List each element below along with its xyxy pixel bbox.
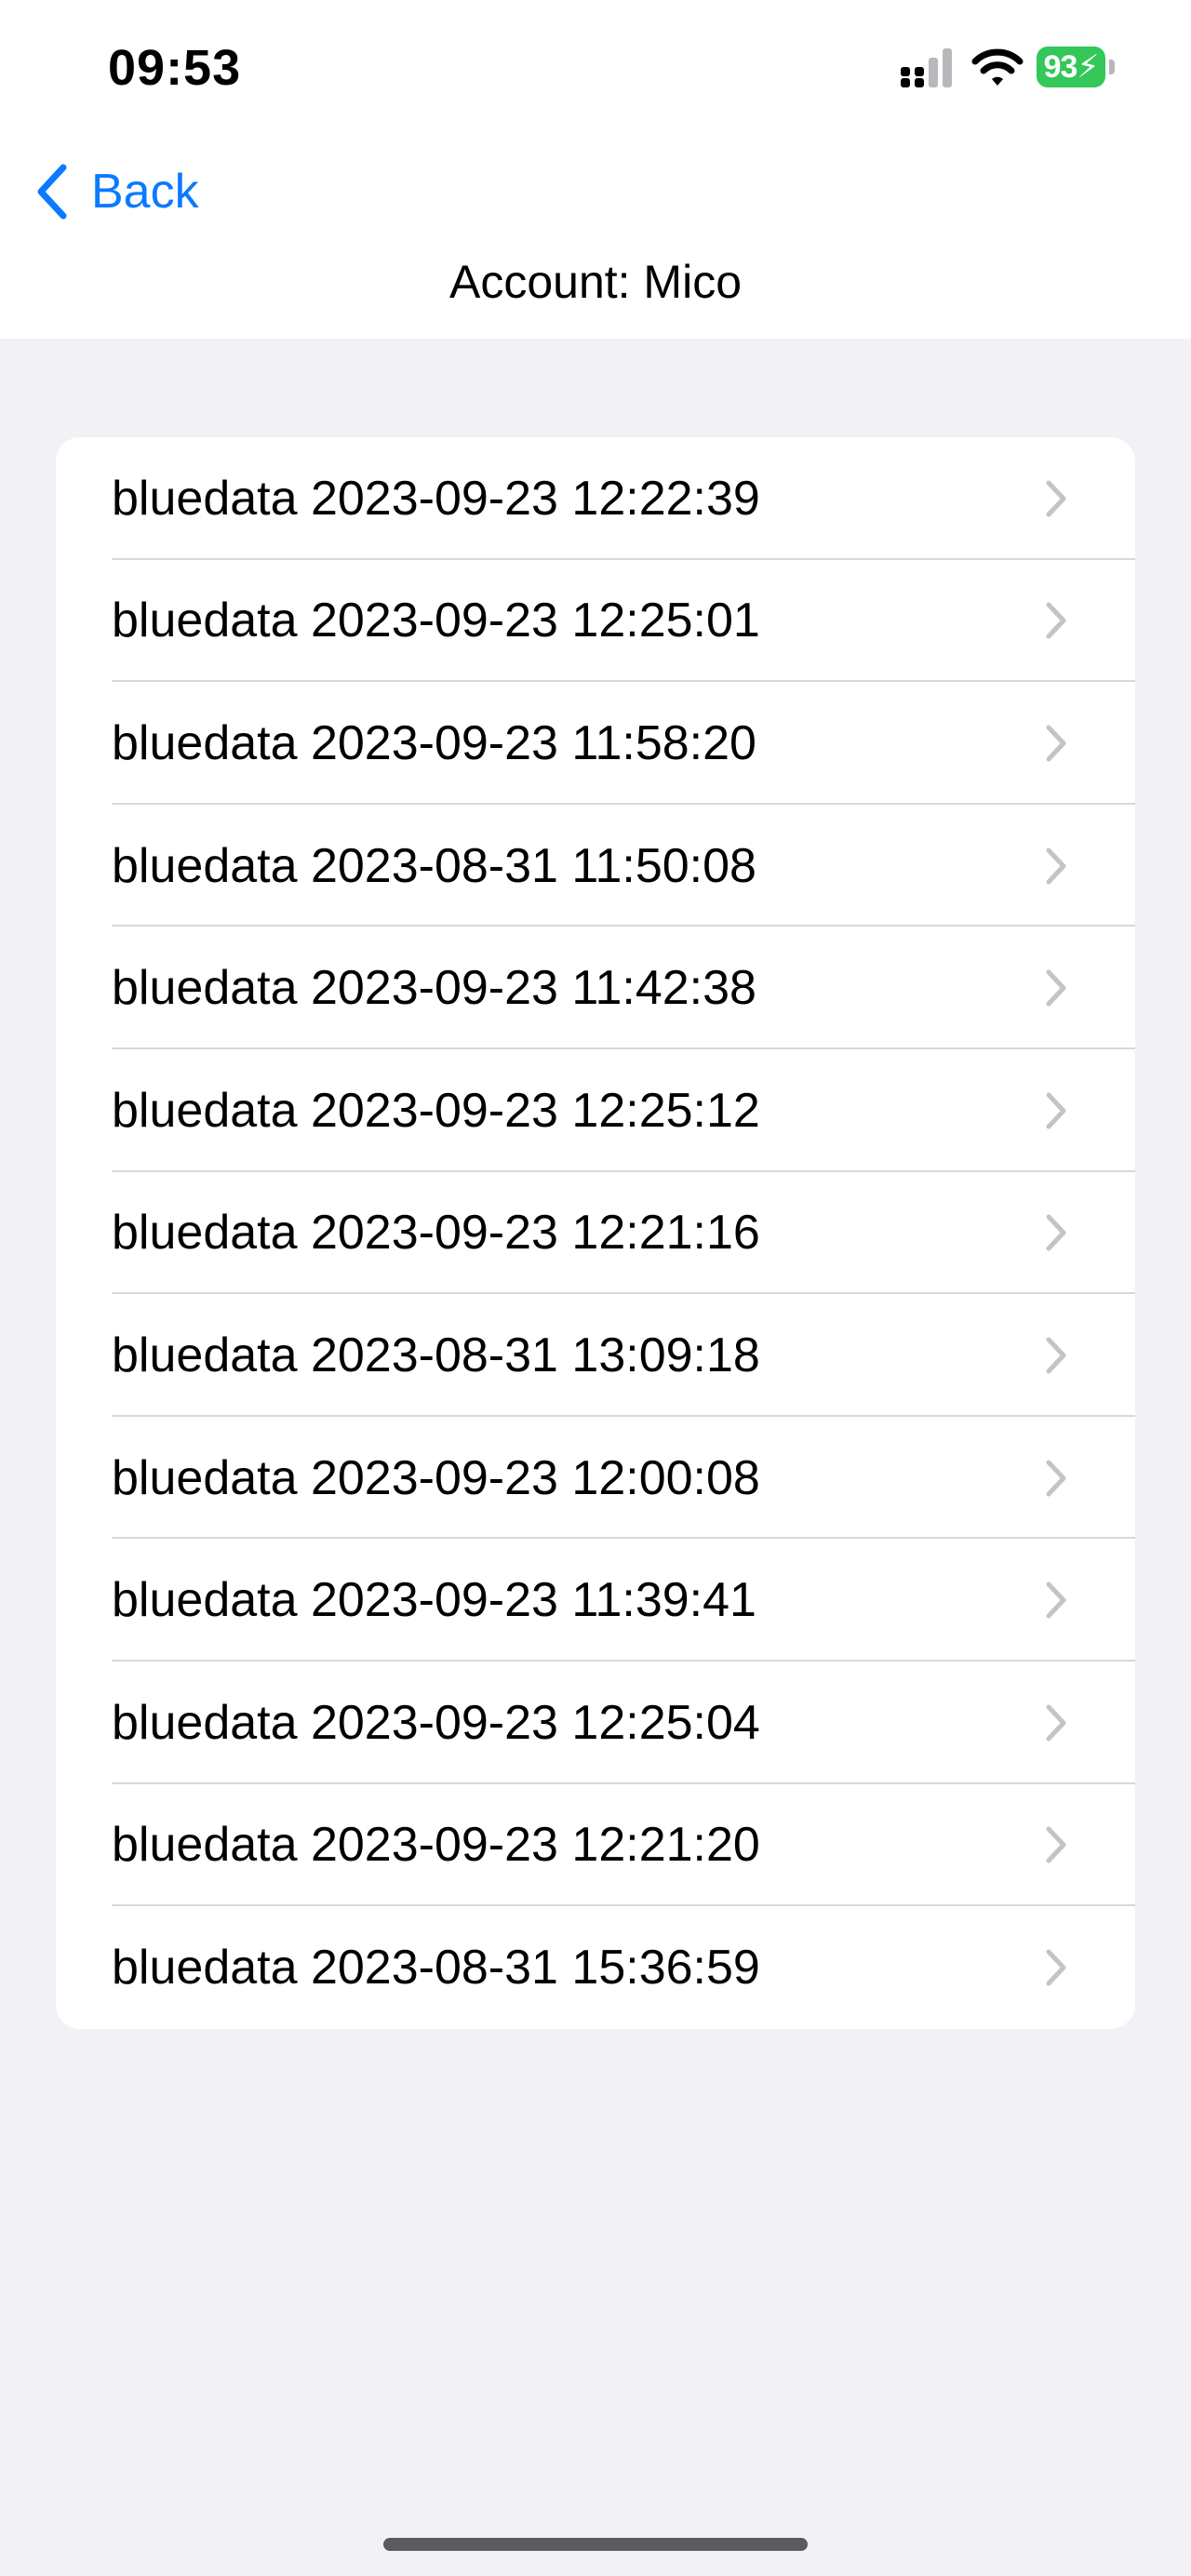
chevron-right-icon	[1046, 480, 1066, 517]
list-item-label: bluedata 2023-08-31 13:09:18	[112, 1328, 760, 1382]
list-item-label: bluedata 2023-09-23 12:22:39	[112, 471, 760, 526]
list-item[interactable]: bluedata 2023-09-23 12:00:08	[56, 1417, 1135, 1540]
list-item[interactable]: bluedata 2023-09-23 11:39:41	[56, 1539, 1135, 1662]
list-item-label: bluedata 2023-08-31 11:50:08	[112, 838, 756, 893]
list-item[interactable]: bluedata 2023-09-23 12:25:04	[56, 1662, 1135, 1784]
data-list: bluedata 2023-09-23 12:22:39 bluedata 20…	[56, 437, 1135, 2029]
chevron-right-icon	[1046, 969, 1066, 1007]
list-item[interactable]: bluedata 2023-08-31 11:50:08	[56, 805, 1135, 928]
list-item-label: bluedata 2023-09-23 12:21:20	[112, 1818, 760, 1873]
list-item[interactable]: bluedata 2023-09-23 11:42:38	[56, 927, 1135, 1049]
back-button[interactable]: Back	[33, 158, 199, 225]
page-title: Account: Mico	[448, 256, 742, 308]
list-item[interactable]: bluedata 2023-09-23 12:25:01	[56, 560, 1135, 683]
list-item-label: bluedata 2023-09-23 11:42:38	[112, 961, 756, 1016]
chevron-left-icon	[37, 164, 67, 220]
navigation-area: 09:53 93⚡ Back Account: Mico	[0, 0, 1191, 339]
chevron-right-icon	[1046, 848, 1066, 885]
list-item[interactable]: bluedata 2023-09-23 12:22:39	[56, 437, 1135, 560]
list-item-label: bluedata 2023-09-23 11:58:20	[112, 715, 756, 770]
wifi-icon	[971, 48, 1024, 86]
status-time: 09:53	[108, 40, 242, 96]
list-item-label: bluedata 2023-09-23 12:21:16	[112, 1206, 760, 1261]
chevron-right-icon	[1046, 1704, 1066, 1742]
battery-charging-icon: 93⚡	[1037, 47, 1115, 87]
home-indicator[interactable]	[383, 2538, 808, 2551]
chevron-right-icon	[1046, 1092, 1066, 1129]
list-item-label: bluedata 2023-09-23 12:00:08	[112, 1450, 760, 1505]
chevron-right-icon	[1046, 1582, 1066, 1619]
list-item[interactable]: bluedata 2023-08-31 15:36:59	[56, 1906, 1135, 2029]
chevron-right-icon	[1046, 602, 1066, 639]
list-item-label: bluedata 2023-09-23 12:25:04	[112, 1695, 760, 1750]
status-bar: 09:53 93⚡	[0, 0, 1191, 130]
signal-icon	[901, 48, 952, 87]
battery-level: 93⚡	[1037, 47, 1105, 87]
chevron-right-icon	[1046, 725, 1066, 762]
list-item[interactable]: bluedata 2023-08-31 13:09:18	[56, 1294, 1135, 1417]
list-item[interactable]: bluedata 2023-09-23 12:21:20	[56, 1784, 1135, 1907]
list-item-label: bluedata 2023-09-23 12:25:01	[112, 594, 760, 648]
back-label: Back	[91, 165, 199, 219]
chevron-right-icon	[1046, 1460, 1066, 1497]
list-item[interactable]: bluedata 2023-09-23 12:21:16	[56, 1172, 1135, 1295]
chevron-right-icon	[1046, 1826, 1066, 1863]
chevron-right-icon	[1046, 1214, 1066, 1251]
list-item-label: bluedata 2023-09-23 11:39:41	[112, 1573, 756, 1628]
chevron-right-icon	[1046, 1949, 1066, 1986]
list-item-label: bluedata 2023-08-31 15:36:59	[112, 1940, 760, 1995]
chevron-right-icon	[1046, 1337, 1066, 1374]
list-item[interactable]: bluedata 2023-09-23 11:58:20	[56, 682, 1135, 805]
list-item-label: bluedata 2023-09-23 12:25:12	[112, 1083, 760, 1138]
list-item[interactable]: bluedata 2023-09-23 12:25:12	[56, 1049, 1135, 1172]
